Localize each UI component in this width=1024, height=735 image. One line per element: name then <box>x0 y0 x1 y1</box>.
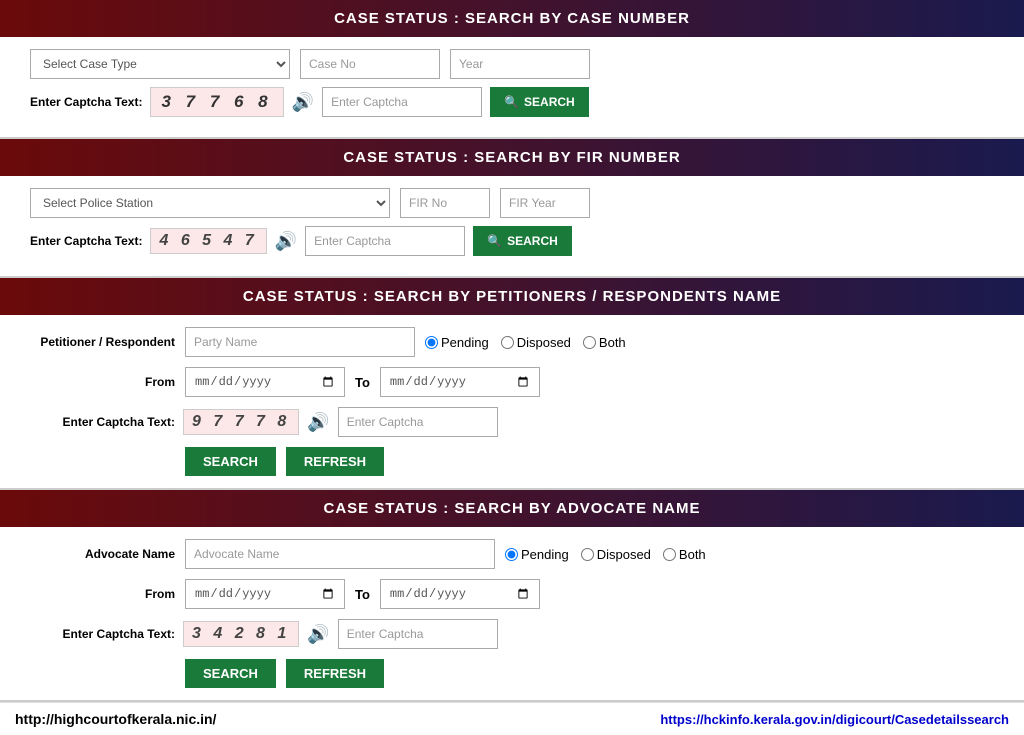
case-type-select[interactable]: Select Case Type <box>30 49 290 79</box>
section4-name-row: Advocate Name Pending Disposed Both <box>30 539 994 569</box>
section1-captcha-input[interactable] <box>322 87 482 117</box>
section2-captcha-input[interactable] <box>305 226 465 256</box>
section3-search-button[interactable]: SEARCH <box>185 447 276 476</box>
section2-speaker-button[interactable]: 🔊 <box>275 231 297 252</box>
section4-captcha-row: Enter Captcha Text: 3 4 2 8 1 🔊 <box>30 619 994 649</box>
speaker-icon-3: 🔊 <box>307 412 329 433</box>
section3-speaker-button[interactable]: 🔊 <box>307 412 329 433</box>
section4-captcha-input[interactable] <box>338 619 498 649</box>
section3-body: Petitioner / Respondent Pending Disposed… <box>0 315 1024 488</box>
section4-to-label: To <box>355 587 370 602</box>
radio-disposed[interactable] <box>501 336 514 349</box>
radio-disposed-label[interactable]: Disposed <box>501 335 571 350</box>
section1-body: Select Case Type Enter Captcha Text: 3 7… <box>0 37 1024 137</box>
year-input[interactable] <box>450 49 590 79</box>
section4-date-row: From To <box>30 579 994 609</box>
section1-search-button[interactable]: 🔍 SEARCH <box>490 87 589 117</box>
fir-year-input[interactable] <box>500 188 590 218</box>
section3-name-row: Petitioner / Respondent Pending Disposed… <box>30 327 994 357</box>
section2-body: Select Police Station Enter Captcha Text… <box>0 176 1024 276</box>
section3-from-date[interactable] <box>185 367 345 397</box>
section4-from-label: From <box>30 587 175 601</box>
footer-bar: http://highcourtofkerala.nic.in/ https:/… <box>0 702 1024 735</box>
section4-btn-row: SEARCH REFRESH <box>30 659 994 688</box>
section3-radio-group: Pending Disposed Both <box>425 335 626 350</box>
section4-speaker-button[interactable]: 🔊 <box>307 624 329 645</box>
section1-search-label: SEARCH <box>524 95 575 109</box>
section2-captcha-label: Enter Captcha Text: <box>30 234 142 248</box>
speaker-icon-2: 🔊 <box>275 231 297 252</box>
section4-title: CASE STATUS : SEARCH BY ADVOCATE NAME <box>323 500 700 517</box>
section4-search-button[interactable]: SEARCH <box>185 659 276 688</box>
section2-wrapper: CASE STATUS : SEARCH BY FIR NUMBER Selec… <box>0 139 1024 278</box>
search-icon-2: 🔍 <box>487 234 502 248</box>
section3-captcha-input[interactable] <box>338 407 498 437</box>
section2-captcha-image: 4 6 5 4 7 <box>150 228 266 254</box>
section3-captcha-row: Enter Captcha Text: 9 7 7 7 8 🔊 <box>30 407 994 437</box>
fir-no-input[interactable] <box>400 188 490 218</box>
s4-radio-both-label[interactable]: Both <box>663 547 706 562</box>
section4-refresh-button[interactable]: REFRESH <box>286 659 384 688</box>
section3-to-label: To <box>355 375 370 390</box>
section4-captcha-image: 3 4 2 8 1 <box>183 621 299 647</box>
section1-header: CASE STATUS : SEARCH BY CASE NUMBER <box>0 0 1024 37</box>
party-name-input[interactable] <box>185 327 415 357</box>
section4-refresh-label: REFRESH <box>304 666 366 681</box>
section1-speaker-button[interactable]: 🔊 <box>292 92 314 113</box>
section4-captcha-label: Enter Captcha Text: <box>30 627 175 641</box>
section4-radio-group: Pending Disposed Both <box>505 547 706 562</box>
s4-radio-disposed-label[interactable]: Disposed <box>581 547 651 562</box>
section2-inputs-row: Select Police Station <box>30 188 994 218</box>
s4-radio-pending[interactable] <box>505 548 518 561</box>
section4-to-date[interactable] <box>380 579 540 609</box>
footer-right-link[interactable]: https://hckinfo.kerala.gov.in/digicourt/… <box>660 712 1009 727</box>
section4-wrapper: CASE STATUS : SEARCH BY ADVOCATE NAME Ad… <box>0 490 1024 702</box>
radio-pending[interactable] <box>425 336 438 349</box>
police-station-select[interactable]: Select Police Station <box>30 188 390 218</box>
section4-search-label: SEARCH <box>203 666 258 681</box>
section3-search-label: SEARCH <box>203 454 258 469</box>
section2-title: CASE STATUS : SEARCH BY FIR NUMBER <box>343 149 680 166</box>
section3-refresh-label: REFRESH <box>304 454 366 469</box>
section3-to-date[interactable] <box>380 367 540 397</box>
section1-title: CASE STATUS : SEARCH BY CASE NUMBER <box>334 10 690 27</box>
section3-from-label: From <box>30 375 175 389</box>
radio-both[interactable] <box>583 336 596 349</box>
section3-header: CASE STATUS : SEARCH BY PETITIONERS / RE… <box>0 278 1024 315</box>
section3-wrapper: CASE STATUS : SEARCH BY PETITIONERS / RE… <box>0 278 1024 490</box>
petitioner-label: Petitioner / Respondent <box>30 335 175 349</box>
search-icon: 🔍 <box>504 95 519 109</box>
section3-refresh-button[interactable]: REFRESH <box>286 447 384 476</box>
s4-radio-disposed[interactable] <box>581 548 594 561</box>
radio-both-label[interactable]: Both <box>583 335 626 350</box>
section1-inputs-row: Select Case Type <box>30 49 994 79</box>
s4-radio-both[interactable] <box>663 548 676 561</box>
section2-search-label: SEARCH <box>507 234 558 248</box>
footer-left-link[interactable]: http://highcourtofkerala.nic.in/ <box>15 711 216 727</box>
section1-captcha-image: 3 7 7 6 8 <box>150 87 283 117</box>
advocate-name-input[interactable] <box>185 539 495 569</box>
section4-body: Advocate Name Pending Disposed Both From <box>0 527 1024 700</box>
section1-captcha-label: Enter Captcha Text: <box>30 95 142 109</box>
section3-captcha-label: Enter Captcha Text: <box>30 415 175 429</box>
speaker-icon: 🔊 <box>292 92 314 113</box>
section3-btn-row: SEARCH REFRESH <box>30 447 994 476</box>
section3-date-row: From To <box>30 367 994 397</box>
section4-header: CASE STATUS : SEARCH BY ADVOCATE NAME <box>0 490 1024 527</box>
section3-captcha-image: 9 7 7 7 8 <box>183 409 299 435</box>
s4-radio-pending-label[interactable]: Pending <box>505 547 569 562</box>
section1-wrapper: CASE STATUS : SEARCH BY CASE NUMBER Sele… <box>0 0 1024 139</box>
case-no-input[interactable] <box>300 49 440 79</box>
section1-captcha-row: Enter Captcha Text: 3 7 7 6 8 🔊 🔍 SEARCH <box>30 87 994 117</box>
section3-title: CASE STATUS : SEARCH BY PETITIONERS / RE… <box>243 288 781 305</box>
section2-search-button[interactable]: 🔍 SEARCH <box>473 226 572 256</box>
advocate-label: Advocate Name <box>30 547 175 561</box>
section2-header: CASE STATUS : SEARCH BY FIR NUMBER <box>0 139 1024 176</box>
speaker-icon-4: 🔊 <box>307 624 329 645</box>
radio-pending-label[interactable]: Pending <box>425 335 489 350</box>
section2-captcha-row: Enter Captcha Text: 4 6 5 4 7 🔊 🔍 SEARCH <box>30 226 994 256</box>
section4-from-date[interactable] <box>185 579 345 609</box>
